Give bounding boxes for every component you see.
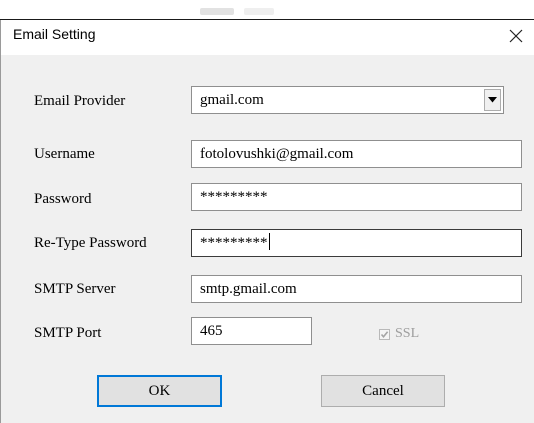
chevron-down-icon [488,97,497,103]
background-window-fragment [200,8,234,15]
ok-button[interactable]: OK [97,375,222,407]
dropdown-button[interactable] [484,89,501,111]
password-label: Password [34,191,92,207]
username-field[interactable]: fotolovushki@gmail.com [191,140,522,168]
password-field[interactable]: ********* [191,183,522,211]
retype-password-field[interactable]: ********* [191,229,522,257]
ssl-checkbox[interactable]: SSL [379,326,419,342]
close-icon[interactable] [503,24,529,48]
smtp-server-field[interactable]: smtp.gmail.com [191,275,522,303]
password-value: ********* [200,189,268,205]
email-provider-value: gmail.com [200,92,264,108]
smtp-port-label: SMTP Port [34,325,102,341]
window-title: Email Setting [13,26,96,42]
smtp-port-field[interactable]: 465 [191,317,312,345]
email-provider-label: Email Provider [34,93,126,109]
smtp-server-label: SMTP Server [34,281,116,297]
checkmark-icon [380,330,389,338]
smtp-server-value: smtp.gmail.com [200,281,297,297]
username-label: Username [34,146,95,162]
smtp-port-value: 465 [200,323,223,339]
background-window-fragment [244,8,274,15]
retype-password-value: ********* [200,235,268,251]
email-provider-select[interactable]: gmail.com [191,86,504,114]
ssl-label: SSL [395,326,420,341]
username-value: fotolovushki@gmail.com [200,146,354,162]
retype-password-label: Re-Type Password [34,235,147,251]
text-caret [268,233,270,250]
ssl-checkbox-box[interactable] [379,328,390,340]
cancel-button[interactable]: Cancel [321,375,445,407]
email-setting-dialog: Email Setting Email Provider gmail.com U… [0,20,534,423]
background-window-strip [0,0,534,20]
title-bar: Email Setting [1,20,534,55]
